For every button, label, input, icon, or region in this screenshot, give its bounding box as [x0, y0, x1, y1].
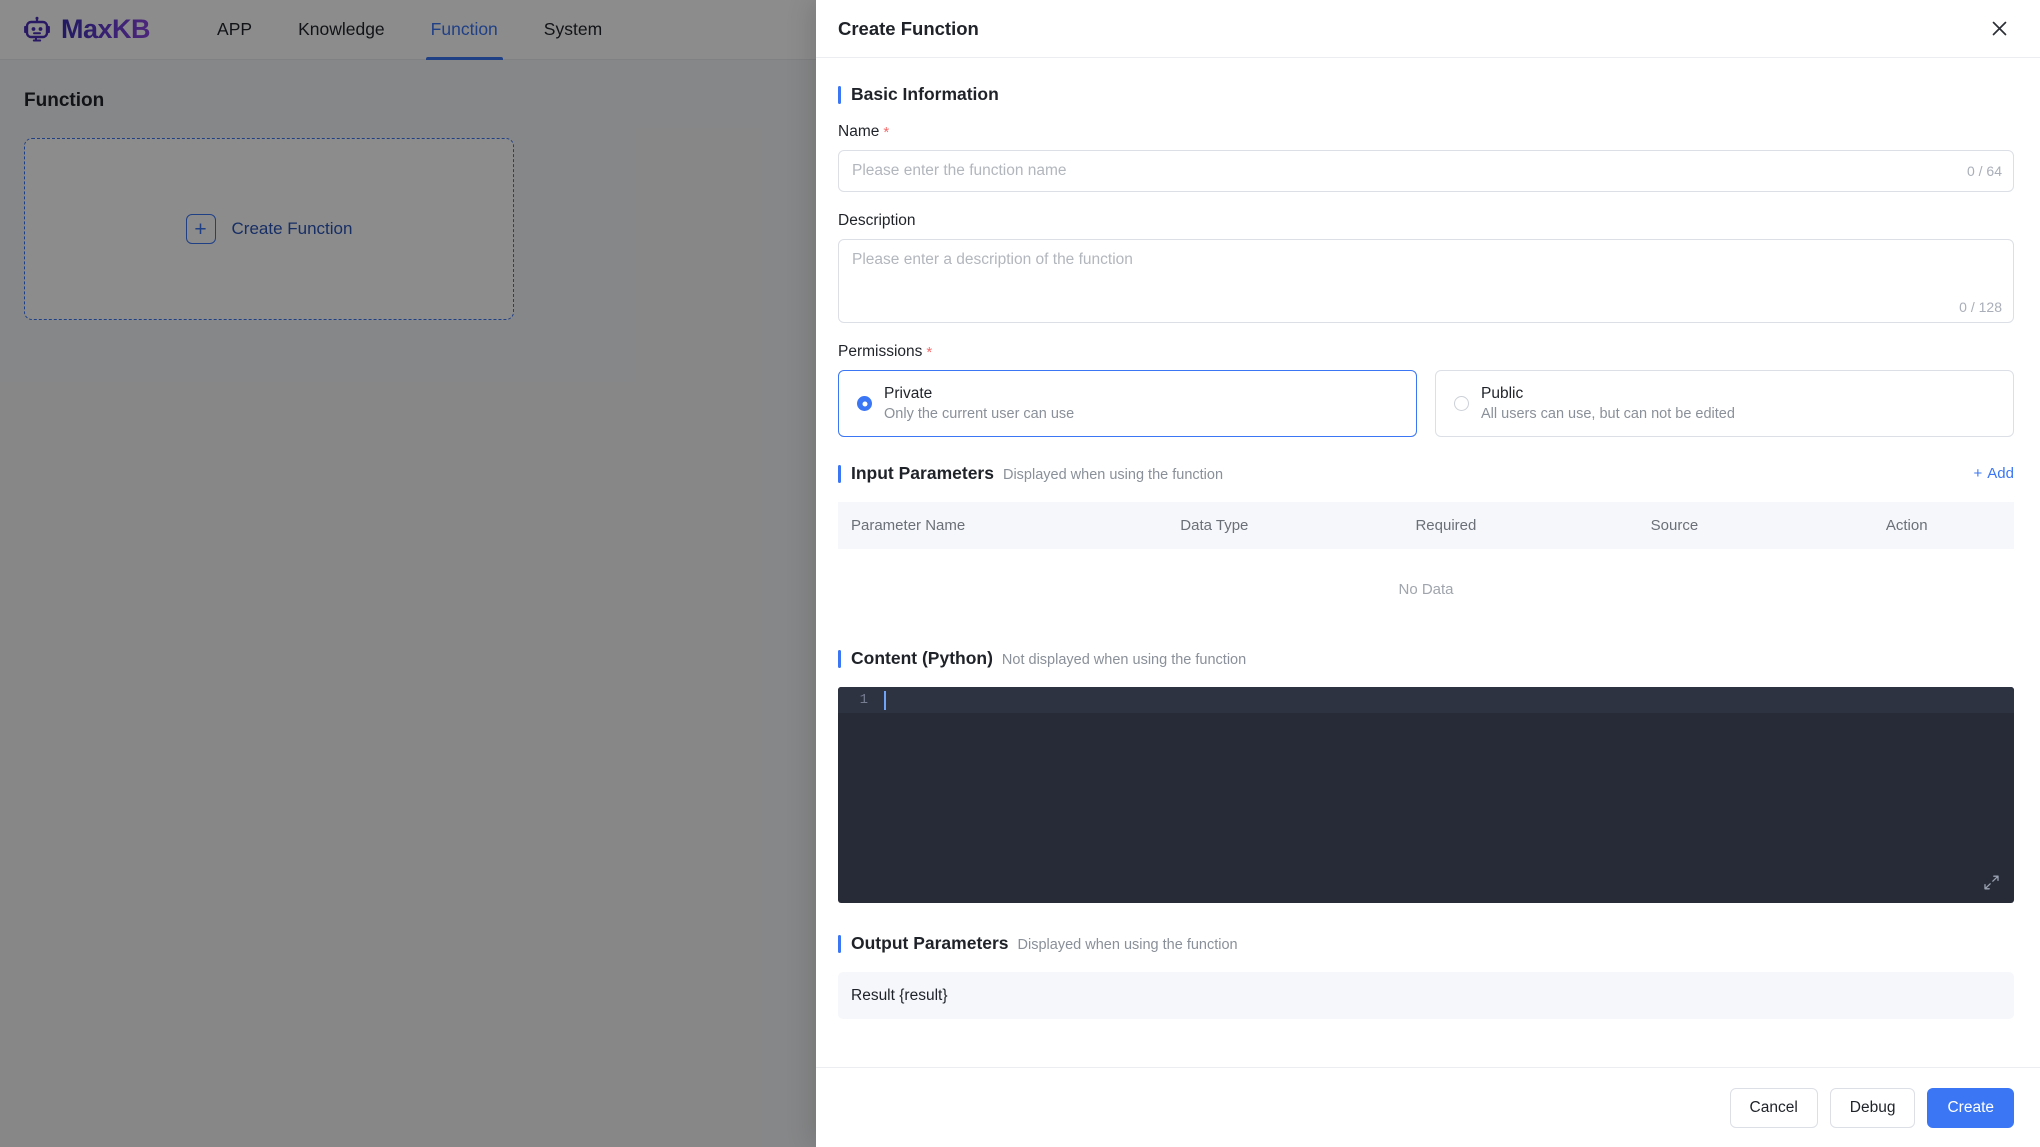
permission-description: Only the current user can use: [884, 406, 1074, 422]
output-result-text: Result {result}: [851, 987, 948, 1005]
section-basic-information: Basic Information: [838, 84, 2014, 105]
drawer-footer: Cancel Debug Create: [816, 1067, 2040, 1147]
cancel-button[interactable]: Cancel: [1730, 1088, 1818, 1128]
section-subtitle: Displayed when using the function: [1003, 467, 1223, 483]
column-required: Required: [1402, 502, 1637, 549]
name-input[interactable]: [838, 150, 2014, 192]
debug-button[interactable]: Debug: [1830, 1088, 1916, 1128]
permission-option-public[interactable]: Public All users can use, but can not be…: [1435, 370, 2014, 437]
name-label-row: Name *: [838, 123, 2014, 141]
column-data-type: Data Type: [1167, 502, 1402, 549]
permission-title: Public: [1481, 385, 1735, 403]
radio-icon: [1454, 396, 1469, 411]
column-action: Action: [1873, 502, 2014, 549]
permissions-label: Permissions: [838, 343, 922, 361]
editor-gutter: 1: [838, 687, 876, 903]
section-subtitle: Displayed when using the function: [1018, 937, 1238, 953]
section-title: Input Parameters: [851, 463, 994, 484]
editor-line-number: 1: [838, 692, 868, 708]
name-label: Name: [838, 123, 879, 141]
field-permissions: Permissions * Private Only the current u…: [838, 343, 2014, 437]
section-title: Output Parameters: [851, 933, 1009, 954]
expand-icon[interactable]: [1983, 874, 2000, 891]
permission-text: Private Only the current user can use: [884, 385, 1074, 422]
section-title: Basic Information: [851, 84, 999, 105]
permission-text: Public All users can use, but can not be…: [1481, 385, 1735, 422]
create-function-drawer: Create Function Basic Information Name *…: [816, 0, 2040, 1147]
editor-caret: [884, 691, 886, 710]
create-button[interactable]: Create: [1927, 1088, 2014, 1128]
field-name: Name * 0 / 64: [838, 123, 2014, 192]
python-code-editor[interactable]: 1: [838, 687, 2014, 903]
description-label: Description: [838, 212, 916, 230]
name-input-wrap: 0 / 64: [838, 150, 2014, 192]
add-parameter-button[interactable]: + Add: [1974, 465, 2014, 482]
table-header: Parameter Name Data Type Required Source…: [838, 502, 2014, 549]
section-content-python: Content (Python) Not displayed when usin…: [838, 648, 2014, 669]
description-textarea[interactable]: [838, 239, 2014, 323]
permissions-label-row: Permissions *: [838, 343, 2014, 361]
field-description: Description 0 / 128: [838, 212, 2014, 323]
description-label-row: Description: [838, 212, 2014, 230]
editor-active-line: [838, 687, 2014, 713]
required-asterisk: *: [883, 125, 889, 140]
table-header-row: Parameter Name Data Type Required Source…: [838, 502, 2014, 549]
required-asterisk: *: [926, 345, 932, 360]
column-source: Source: [1638, 502, 1873, 549]
permissions-options: Private Only the current user can use Pu…: [838, 370, 2014, 437]
section-output-parameters: Output Parameters Displayed when using t…: [838, 933, 2014, 954]
section-input-parameters: Input Parameters Displayed when using th…: [838, 463, 2014, 484]
permission-description: All users can use, but can not be edited: [1481, 406, 1735, 422]
table-body: No Data: [838, 549, 2014, 632]
section-title: Content (Python): [851, 648, 993, 669]
radio-icon: [857, 396, 872, 411]
no-data-text: No Data: [838, 549, 2014, 632]
drawer-title: Create Function: [838, 18, 979, 40]
input-parameters-table: Parameter Name Data Type Required Source…: [838, 502, 2014, 632]
description-input-wrap: 0 / 128: [838, 239, 2014, 323]
permission-option-private[interactable]: Private Only the current user can use: [838, 370, 1417, 437]
section-subtitle: Not displayed when using the function: [1002, 652, 1246, 668]
output-result-row: Result {result}: [838, 972, 2014, 1019]
plus-icon: +: [1974, 465, 1983, 482]
column-parameter-name: Parameter Name: [838, 502, 1167, 549]
drawer-header: Create Function: [816, 0, 2040, 58]
permission-title: Private: [884, 385, 1074, 403]
drawer-body: Basic Information Name * 0 / 64 Descript…: [816, 58, 2040, 1067]
table-empty-row: No Data: [838, 549, 2014, 632]
close-icon[interactable]: [1984, 14, 2014, 44]
add-parameter-label: Add: [1987, 465, 2014, 482]
